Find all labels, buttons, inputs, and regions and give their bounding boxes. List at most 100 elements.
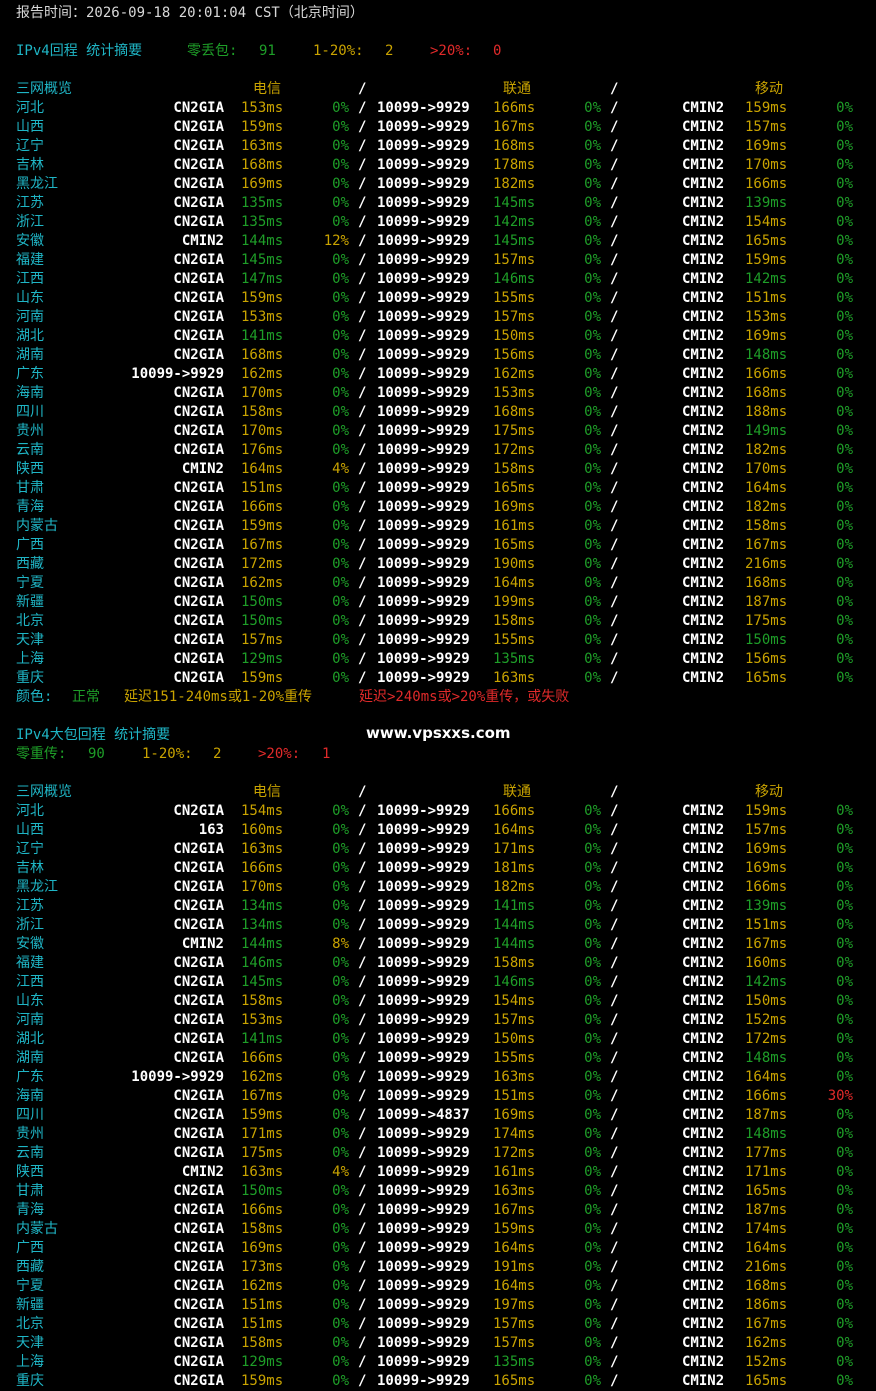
- summary-value: 91: [259, 43, 276, 59]
- unicom-latency: 158ms: [493, 955, 536, 971]
- mobile-route: CMIN2: [682, 594, 725, 610]
- summary-label: 1-20%:: [313, 43, 364, 59]
- telecom-route: CN2GIA: [173, 1354, 224, 1370]
- telecom-latency: 144ms: [241, 936, 284, 952]
- mobile-loss: 0%: [836, 1297, 853, 1313]
- header-region: 三网概览: [16, 784, 72, 800]
- header-mobile: 移动: [755, 81, 783, 97]
- mobile-loss: 0%: [836, 803, 853, 819]
- sep: /: [358, 290, 367, 306]
- table-row: 辽宁 CN2GIA 163ms 0% / 10099->9929 171ms 0% / CMIN2…: [0, 840, 876, 859]
- sep: /: [610, 556, 619, 572]
- unicom-loss: 0%: [584, 537, 601, 553]
- mobile-latency: 169ms: [745, 841, 788, 857]
- sep: /: [610, 1012, 619, 1028]
- telecom-latency: 169ms: [241, 1240, 284, 1256]
- unicom-latency: 151ms: [493, 1088, 536, 1104]
- telecom-route: CN2GIA: [173, 1335, 224, 1351]
- unicom-route: 10099->9929: [377, 594, 470, 610]
- unicom-route: 10099->9929: [377, 1031, 470, 1047]
- unicom-latency: 172ms: [493, 442, 536, 458]
- telecom-route: CN2GIA: [173, 1373, 224, 1389]
- summary-value: 1: [322, 746, 331, 762]
- telecom-loss: 0%: [332, 1202, 349, 1218]
- mobile-loss: 0%: [836, 1050, 853, 1066]
- sep: /: [358, 1031, 367, 1047]
- unicom-loss: 0%: [584, 936, 601, 952]
- telecom-route: CN2GIA: [173, 328, 224, 344]
- unicom-loss: 0%: [584, 1183, 601, 1199]
- unicom-route: 10099->9929: [377, 119, 470, 135]
- unicom-latency: 162ms: [493, 366, 536, 382]
- mobile-loss: 0%: [836, 233, 853, 249]
- telecom-loss: 0%: [332, 556, 349, 572]
- table-row: 四川 CN2GIA 158ms 0% / 10099->9929 168ms 0% / CMIN2…: [0, 403, 876, 422]
- mobile-loss: 0%: [836, 651, 853, 667]
- sep: /: [610, 670, 619, 686]
- mobile-latency: 150ms: [745, 632, 788, 648]
- sep: /: [358, 632, 367, 648]
- table-row: 广东 10099->9929 162ms 0% / 10099->9929 163ms 0% /…: [0, 1068, 876, 1087]
- telecom-route: 10099->9929: [131, 366, 224, 382]
- mobile-latency: 164ms: [745, 480, 788, 496]
- mobile-latency: 159ms: [745, 100, 788, 116]
- mobile-loss: 30%: [827, 1088, 853, 1104]
- sep: /: [610, 651, 619, 667]
- mobile-loss: 0%: [836, 1031, 853, 1047]
- mobile-latency: 153ms: [745, 309, 788, 325]
- unicom-latency: 144ms: [493, 936, 536, 952]
- telecom-route: CMIN2: [181, 233, 224, 249]
- summary-value: 2: [213, 746, 222, 762]
- mobile-route: CMIN2: [682, 423, 725, 439]
- region-name: 河北: [16, 803, 44, 819]
- mobile-latency: 151ms: [745, 917, 788, 933]
- unicom-route: 10099->9929: [377, 898, 470, 914]
- telecom-latency: 158ms: [241, 404, 284, 420]
- unicom-loss: 0%: [584, 480, 601, 496]
- telecom-loss: 0%: [332, 366, 349, 382]
- unicom-latency: 157ms: [493, 1335, 536, 1351]
- mobile-loss: 0%: [836, 499, 853, 515]
- mobile-latency: 158ms: [745, 518, 788, 534]
- sep: /: [610, 1221, 619, 1237]
- telecom-latency: 150ms: [241, 1183, 284, 1199]
- unicom-loss: 0%: [584, 898, 601, 914]
- mobile-route: CMIN2: [682, 1183, 725, 1199]
- telecom-loss: 0%: [332, 499, 349, 515]
- unicom-loss: 0%: [584, 366, 601, 382]
- unicom-route: 10099->9929: [377, 1069, 470, 1085]
- mobile-loss: 0%: [836, 100, 853, 116]
- mobile-loss: 0%: [836, 860, 853, 876]
- mobile-latency: 142ms: [745, 271, 788, 287]
- region-name: 江苏: [16, 898, 44, 914]
- region-name: 海南: [16, 385, 44, 401]
- telecom-route: CN2GIA: [173, 803, 224, 819]
- mobile-loss: 0%: [836, 1259, 853, 1275]
- region-name: 安徽: [16, 233, 44, 249]
- mobile-loss: 0%: [836, 575, 853, 591]
- mobile-loss: 0%: [836, 841, 853, 857]
- region-name: 新疆: [16, 1297, 44, 1313]
- mobile-loss: 0%: [836, 518, 853, 534]
- unicom-route: 10099->9929: [377, 518, 470, 534]
- mobile-loss: 0%: [836, 594, 853, 610]
- telecom-latency: 168ms: [241, 347, 284, 363]
- sep: /: [610, 1240, 619, 1256]
- mobile-loss: 0%: [836, 1012, 853, 1028]
- mobile-route: CMIN2: [682, 537, 725, 553]
- sep: /: [358, 993, 367, 1009]
- unicom-latency: 150ms: [493, 1031, 536, 1047]
- telecom-loss: 0%: [332, 613, 349, 629]
- telecom-route: CN2GIA: [173, 442, 224, 458]
- mobile-latency: 139ms: [745, 898, 788, 914]
- mobile-loss: 0%: [836, 157, 853, 173]
- mobile-loss: 0%: [836, 1373, 853, 1389]
- telecom-loss: 0%: [332, 119, 349, 135]
- sep: /: [358, 670, 367, 686]
- unicom-latency: 153ms: [493, 385, 536, 401]
- mobile-loss: 0%: [836, 936, 853, 952]
- unicom-loss: 0%: [584, 461, 601, 477]
- mobile-latency: 152ms: [745, 1012, 788, 1028]
- unicom-loss: 0%: [584, 252, 601, 268]
- sep: /: [358, 936, 367, 952]
